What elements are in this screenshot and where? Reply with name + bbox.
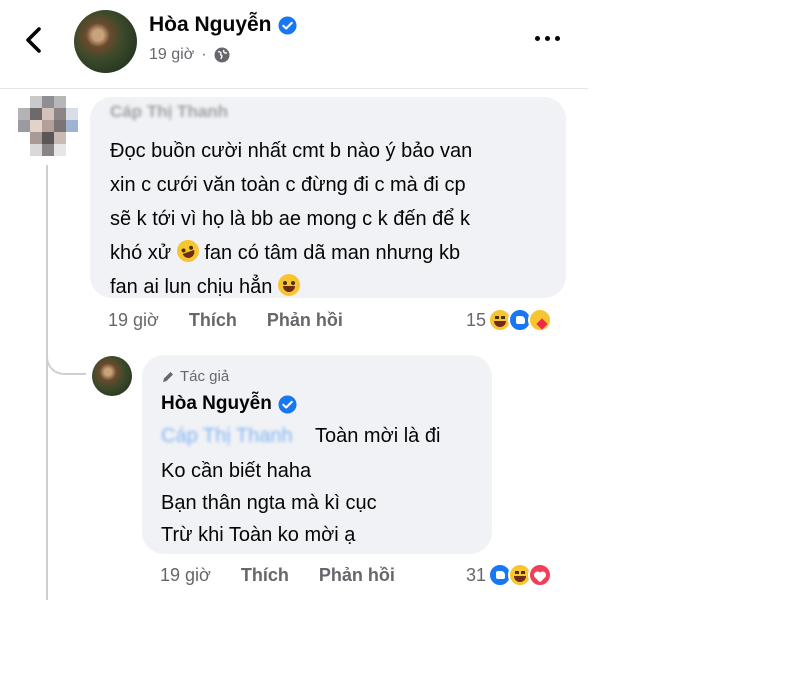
reply-avatar[interactable] xyxy=(92,356,132,396)
reply-text: Ko cần biết haha Bạn thân ngta mà kì cục… xyxy=(161,455,377,551)
profile-name-text: Hòa Nguyễn xyxy=(149,13,272,36)
comment-line: xin c cưới văn toàn c đừng đi c mà đi cp xyxy=(110,174,466,196)
comment-line: fan ai lun chịu hẳn xyxy=(110,276,273,298)
back-button[interactable] xyxy=(22,26,46,54)
love-reaction-icon xyxy=(528,563,553,587)
commenter-name[interactable]: Cáp Thị Thanh xyxy=(110,102,228,122)
reply-time: 19 giờ xyxy=(160,565,211,585)
reaction-count: 31 xyxy=(466,564,487,585)
more-options-button[interactable] xyxy=(535,30,567,46)
verified-badge-icon xyxy=(278,394,297,414)
comment-line: fan có tâm dã man nhưng kb xyxy=(204,242,461,264)
author-tag-label: Tác giả xyxy=(180,368,230,385)
verified-badge-icon xyxy=(277,15,297,35)
joy-emoji-icon xyxy=(277,274,300,296)
like-button[interactable]: Thích xyxy=(189,310,237,331)
reply-line: Ko cần biết haha xyxy=(161,460,312,482)
commenter-avatar[interactable] xyxy=(18,96,78,156)
chevron-left-icon xyxy=(26,27,41,53)
profile-name[interactable]: Hòa Nguyễn xyxy=(149,13,297,37)
comment-time: 19 giờ xyxy=(108,310,159,330)
reply-line: Toàn mời là đi xyxy=(315,425,441,447)
reply-line: Bạn thân ngta mà kì cục xyxy=(161,492,377,514)
reply-button[interactable]: Phản hồi xyxy=(267,310,343,331)
author-tag: Tác giả xyxy=(161,368,229,385)
post-comments-screen: Hòa Nguyễn 19 giờ · Cáp Thị Thanh Đọc bu… xyxy=(0,0,588,600)
care-reaction-icon xyxy=(528,308,553,332)
like-button[interactable]: Thích xyxy=(241,565,289,586)
reply-author-name[interactable]: Hòa Nguyễn xyxy=(161,393,297,415)
more-horizontal-icon xyxy=(535,35,540,41)
reply-line: Trừ khi Toàn ko mời ạ xyxy=(161,524,356,546)
reply-author-name-text: Hòa Nguyễn xyxy=(161,393,272,414)
comment-line: khó xử xyxy=(110,242,172,264)
thread-connector xyxy=(46,340,86,375)
thread-line xyxy=(46,165,48,600)
reaction-count: 15 xyxy=(466,309,487,330)
pencil-icon xyxy=(163,371,173,382)
reply-reactions[interactable]: 31 xyxy=(466,563,553,587)
comment-actions: 19 giờ Thích Phản hồi xyxy=(108,310,373,331)
profile-avatar[interactable] xyxy=(74,10,137,73)
post-meta: 19 giờ · xyxy=(149,46,230,64)
comment-text: Đọc buồn cười nhất cmt b nào ý bảo van x… xyxy=(110,134,472,304)
comment-reactions[interactable]: 15 xyxy=(466,308,553,332)
reply-bubble[interactable]: Tác giả Hòa Nguyễn Cáp Thị Thanh Toàn mờ… xyxy=(142,355,492,554)
post-time: 19 giờ xyxy=(149,46,195,63)
globe-icon xyxy=(214,47,230,63)
mention-link[interactable]: Cáp Thị Thanh xyxy=(161,425,293,448)
comment-line: sẽ k tới vì họ là bb ae mong c k đến để … xyxy=(110,208,470,230)
comment-line: Đọc buồn cười nhất cmt b nào ý bảo van xyxy=(110,140,473,162)
comment-bubble[interactable]: Cáp Thị Thanh Đọc buồn cười nhất cmt b n… xyxy=(90,97,566,298)
reply-button[interactable]: Phản hồi xyxy=(319,565,395,586)
reply-actions: 19 giờ Thích Phản hồi xyxy=(160,565,425,586)
header-divider xyxy=(0,88,588,89)
dot-separator: · xyxy=(201,46,207,63)
rofl-emoji-icon xyxy=(173,236,202,266)
